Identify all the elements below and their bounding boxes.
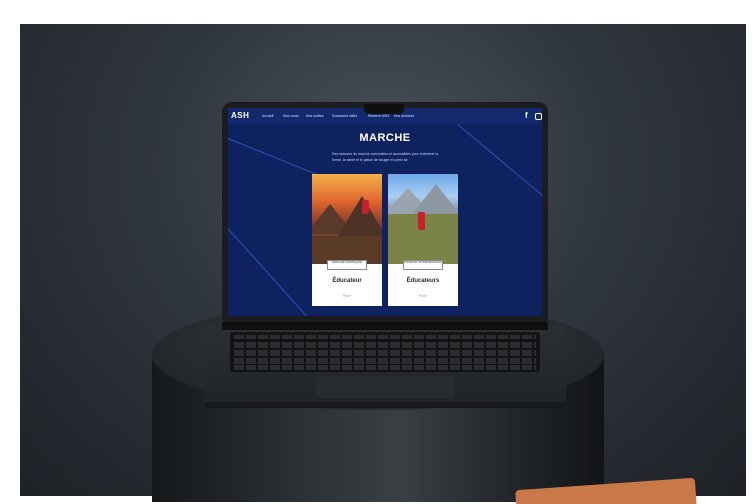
card-more-link[interactable]: Plus+ bbox=[312, 294, 382, 298]
laptop-hinge bbox=[222, 322, 548, 330]
hiker-figure bbox=[362, 200, 369, 214]
activity-card[interactable]: MARCHE NORDIQUE Éducateur Plus+ bbox=[312, 174, 382, 306]
card-photo bbox=[312, 174, 382, 264]
mountain-shape bbox=[412, 184, 458, 214]
laptop-screen: ASH Accueil Nos cours Nos sorties Docume… bbox=[228, 108, 542, 316]
card-title: Éducateur bbox=[332, 278, 362, 284]
site-logo[interactable]: ASH bbox=[231, 111, 249, 120]
nav-item-documents[interactable]: Document utiles bbox=[332, 114, 357, 118]
nav-item-archives[interactable]: Nos archives bbox=[394, 114, 414, 118]
nav-item-accueil[interactable]: Accueil bbox=[262, 114, 273, 118]
nav-item-cours[interactable]: Nos cours bbox=[283, 114, 299, 118]
mockup-scene: ASH Accueil Nos cours Nos sorties Docume… bbox=[0, 0, 752, 504]
card-more-link[interactable]: Plus+ bbox=[388, 294, 458, 298]
instagram-icon[interactable] bbox=[535, 113, 542, 120]
nav-item-sorties[interactable]: Nos sorties bbox=[306, 114, 324, 118]
decor-line bbox=[228, 228, 309, 316]
trackpad bbox=[316, 376, 454, 398]
facebook-icon[interactable]: f bbox=[525, 111, 528, 120]
key-row bbox=[234, 335, 536, 339]
key-row bbox=[234, 365, 536, 370]
page-intro: Des séances de marche conviviales et acc… bbox=[332, 152, 439, 162]
card-photo bbox=[388, 174, 458, 264]
keyboard bbox=[230, 332, 540, 372]
card-tag: MARCHE INTERMÉDIAIRE bbox=[403, 260, 443, 270]
key-row bbox=[234, 342, 536, 348]
hiker-figure bbox=[418, 212, 425, 230]
laptop-front-edge bbox=[204, 402, 566, 408]
activity-card[interactable]: MARCHE INTERMÉDIAIRE Éducateurs Plus+ bbox=[388, 174, 458, 306]
page-title: MARCHE bbox=[359, 132, 411, 144]
card-title: Éducateurs bbox=[406, 278, 440, 284]
mountain-shape bbox=[338, 196, 382, 236]
camera-notch bbox=[364, 104, 404, 114]
key-row bbox=[234, 358, 536, 364]
key-row bbox=[234, 350, 536, 356]
card-tag: MARCHE NORDIQUE bbox=[327, 260, 367, 270]
nav-item-reserve[interactable]: Réservé ASH bbox=[368, 114, 389, 118]
